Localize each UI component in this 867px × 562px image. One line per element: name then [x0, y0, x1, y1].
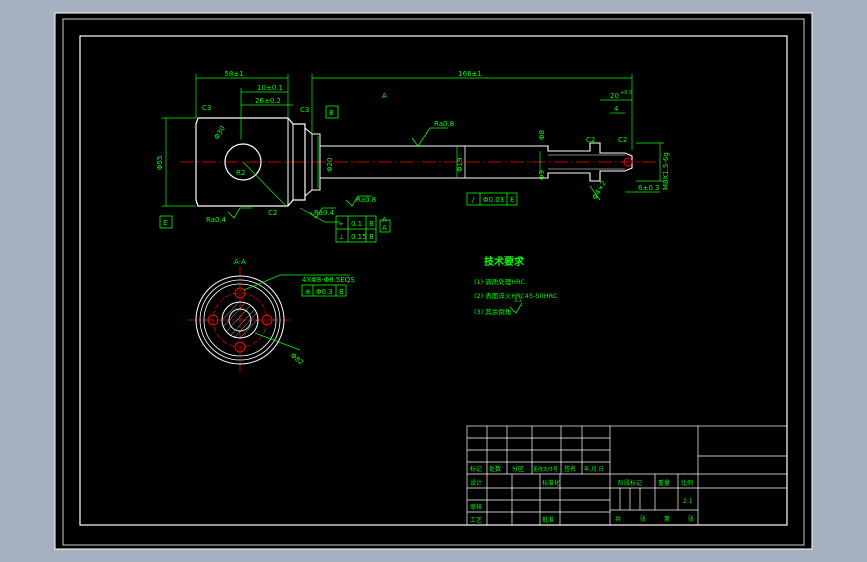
dim-6: 6±0.3 — [638, 184, 659, 192]
datum-top: B — [329, 109, 334, 117]
dim-20-tol: +0.5 — [620, 90, 632, 96]
drawing-sheet — [54, 12, 813, 550]
shaft-diameter: Φ19 — [456, 158, 464, 172]
dim-4: 4 — [614, 105, 619, 113]
tb-check: 审核 — [470, 503, 482, 511]
chamfer-top: C3 — [300, 106, 309, 114]
tol-bottom2-datum: B — [369, 233, 374, 241]
tb-row-mark: 标记 — [470, 465, 482, 473]
roughness-bottom-left: Ra0.4 — [206, 216, 227, 224]
tb-sheet-num: 张 — [640, 515, 646, 523]
dim-26: 26±0.2 — [255, 97, 281, 105]
section-tol-value: Φ0.3 — [316, 288, 333, 296]
roughness-top: Ra0.8 — [434, 120, 454, 128]
angle-label: R2 — [236, 169, 245, 177]
chamfer-right-2: C2 — [618, 136, 627, 144]
chamfer-bottom: C2 — [268, 209, 277, 217]
tol-bottom1-value: 0.1 — [351, 220, 362, 228]
tb-design: 设计 — [470, 479, 482, 487]
chamfer-left: C3 — [202, 104, 211, 112]
section-title: A-A — [234, 258, 246, 266]
section-tol-symbol: ⊕ — [305, 288, 311, 296]
dim-head-length: 58±1 — [224, 70, 243, 78]
dim-20: 20 — [610, 92, 619, 100]
tech-req-item-3: (3) 其余倒角 — [474, 307, 511, 316]
section-mark-right: A — [382, 216, 387, 224]
tech-req-roughness: 3.2 — [514, 298, 522, 304]
tb-scale-value: 2:1 — [683, 498, 693, 505]
neck-diameter: Φ20 — [326, 158, 334, 172]
tol-bottom2-value: 0.15 — [351, 233, 367, 241]
roughness-bottom-right: Ra0.8 — [356, 196, 376, 204]
tb-process: 工艺 — [470, 516, 482, 524]
section-tol-datum: B — [339, 288, 344, 296]
tol-shaft-datum: E — [510, 196, 514, 204]
step-diameter-1: Φ8 — [538, 130, 546, 140]
tb-sheet-unit: 张 — [688, 515, 694, 523]
tb-sheet-no: 第 — [664, 515, 670, 523]
datum-left: E — [163, 219, 167, 227]
tb-row-date: 年,月,日 — [584, 465, 604, 473]
section-hole-callout: 4XΦ8-Φ8.5EQS — [302, 276, 355, 284]
dim-overall-length: 166±1 — [458, 70, 482, 78]
tol-bottom1-symbol: ⌖ — [339, 220, 343, 228]
tol-bottom2-symbol: ⟂ — [339, 233, 344, 241]
chamfer-right-1: C2 — [586, 136, 595, 144]
thread-right: M8X1.5-6g — [662, 152, 670, 190]
tb-standardization: 标准化 — [542, 479, 560, 487]
tb-row-change-doc: 更改文件号 — [533, 466, 558, 473]
roughness-bottom-mid: Ra0.4 — [314, 209, 335, 217]
tb-weight: 重量 — [658, 479, 670, 487]
dim-10: 10±0.1 — [257, 84, 283, 92]
tech-req-item-1: (1) 调质处理HRC — [474, 277, 525, 286]
tb-scale: 比例 — [681, 479, 693, 487]
tb-row-zone: 分区 — [512, 465, 524, 473]
tb-sheet-total: 共 — [615, 515, 621, 523]
head-diameter: Φ55 — [156, 156, 164, 170]
section-mark-top: A — [382, 92, 387, 100]
tol-shaft-value: Φ0.03 — [483, 196, 504, 204]
tb-row-count: 处数 — [489, 465, 501, 473]
tech-req-title: 技术要求 — [484, 255, 525, 268]
datum-bottom-a: A — [382, 224, 387, 232]
drawing-canvas: 58±1 166±1 10±0.1 26±0.2 C3 C3 A A B E R… — [0, 0, 867, 562]
tb-row-signature: 签名 — [564, 465, 576, 473]
step-diameter-2: Φ9 — [538, 170, 546, 180]
tb-stage-label: 阶段标记 — [618, 479, 642, 487]
tol-bottom1-datum: B — [369, 220, 374, 228]
tb-approve: 批准 — [542, 516, 554, 524]
